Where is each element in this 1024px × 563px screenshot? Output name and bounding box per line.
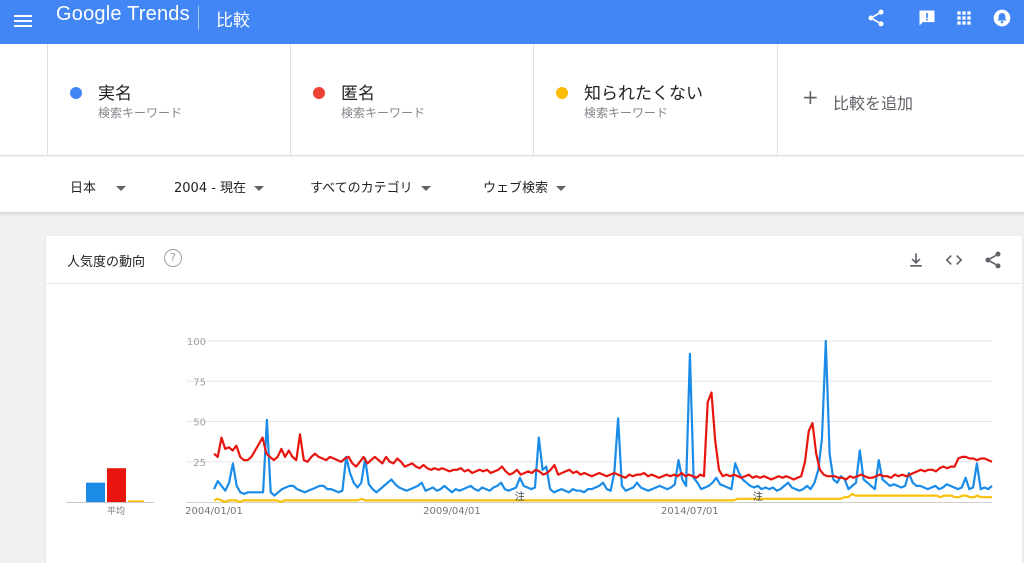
term-name: 実名 [98,84,132,104]
search-type-dropdown[interactable]: ウェブ検索 [483,177,567,196]
term-name: 知られたくない [584,84,703,104]
series-line-2 [213,391,993,481]
google-trends-logo[interactable]: Google Trends [56,3,190,26]
trend-line-chart: 100 75 50 25 2004/01/01 2009/04/01 2014/07/01 注… [66,337,993,517]
plus-icon: + [802,85,819,109]
series-line-1 [213,339,993,497]
term-subtitle: 検索キーワード [341,106,426,120]
y-tick-label: 100 [187,337,206,348]
term-color-dot [556,87,568,99]
term-name: 匿名 [341,84,375,104]
download-icon[interactable] [906,250,926,270]
term-color-dot [70,87,82,99]
feedback-icon[interactable] [917,8,937,28]
series-line-3 [213,492,992,504]
chevron-down-icon [254,186,265,191]
x-tick-label: 2004/01/01 [185,506,243,517]
term-subtitle: 検索キーワード [98,106,183,120]
app-header: Google Trends 比較 [0,0,1024,44]
card-header: 人気度の動向 ? [46,236,1022,284]
y-tick-label: 75 [193,377,206,388]
category-label: すべてのカテゴリ [310,181,413,196]
y-tick-label: 50 [193,418,206,429]
term-card-2[interactable]: 匿名 検索キーワード [291,44,534,156]
account-avatar-icon[interactable] [992,8,1012,28]
period-label: 2004 - 現在 [174,181,247,196]
share-icon[interactable] [866,8,886,28]
term-subtitle: 検索キーワード [584,106,669,120]
period-dropdown[interactable]: 2004 - 現在 [174,177,265,196]
page-title: 比較 [216,11,250,31]
interest-over-time-card: 人気度の動向 ? 100 75 50 25 2004/01/01 2009/04/01 20… [46,236,1022,563]
chevron-down-icon [116,186,127,191]
term-card-1[interactable]: 実名 検索キーワード [47,44,291,156]
y-tick-label: 25 [193,458,206,469]
card-title: 人気度の動向 [67,255,146,270]
embed-code-icon[interactable] [944,250,964,270]
region-dropdown[interactable]: 日本 [70,177,127,196]
average-bar-1 [86,482,105,502]
annotation-marker[interactable]: 注 [753,490,763,503]
term-color-dot [313,87,325,99]
region-label: 日本 [70,181,97,196]
x-tick-label: 2014/07/01 [661,506,719,517]
annotation-marker[interactable]: 注 [515,490,525,503]
add-comparison-button[interactable]: + 比較を追加 [778,44,1024,156]
average-bar-2 [107,468,126,502]
filter-bar: 日本 2004 - 現在 すべてのカテゴリ ウェブ検索 [0,157,1024,213]
average-bar-3 [128,500,144,502]
category-dropdown[interactable]: すべてのカテゴリ [310,177,431,196]
apps-grid-icon[interactable] [954,8,974,28]
chevron-down-icon [420,186,431,191]
average-label: 平均 [107,505,125,517]
search-type-label: ウェブ検索 [483,181,549,196]
x-tick-label: 2009/04/01 [423,506,481,517]
add-comparison-label: 比較を追加 [833,94,914,113]
help-icon[interactable]: ? [164,249,182,267]
compare-terms-bar: 実名 検索キーワード 匿名 検索キーワード 知られたくない 検索キーワード + … [0,44,1024,156]
term-card-3[interactable]: 知られたくない 検索キーワード [534,44,778,156]
header-divider [198,6,199,30]
chevron-down-icon [556,186,567,191]
share-icon[interactable] [983,250,1003,270]
menu-icon[interactable] [14,12,32,32]
